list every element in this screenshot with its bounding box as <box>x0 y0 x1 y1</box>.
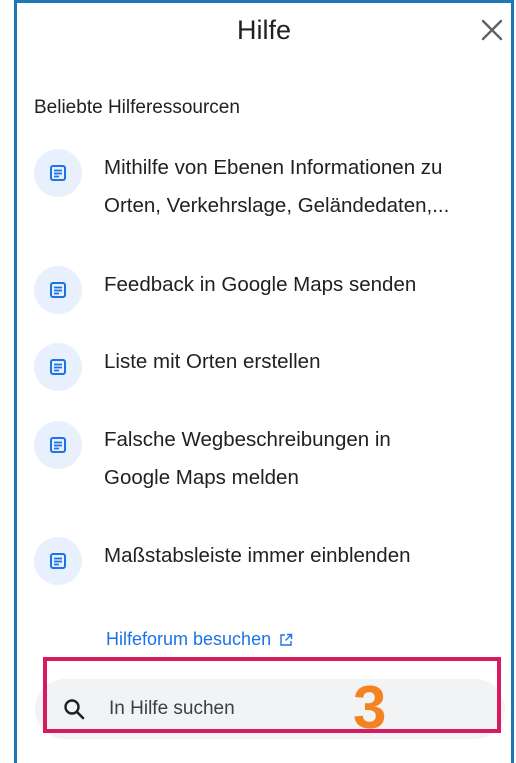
section-label: Beliebte Hilferessourcen <box>34 97 240 118</box>
article-icon <box>34 266 82 314</box>
article-icon <box>34 537 82 585</box>
help-item-liste[interactable]: Liste mit Orten erstellen <box>34 343 501 391</box>
help-panel: Hilfe Beliebte Hilferessourcen Mithilfe … <box>14 0 514 763</box>
help-item-label: Orten, Verkehrslage, Geländedaten,... <box>104 194 450 217</box>
help-item-wegbeschreibungen[interactable]: Falsche Wegbeschreibungen in Google Maps… <box>34 421 501 497</box>
help-item-label: Mithilfe von Ebenen Informationen zu <box>104 156 443 179</box>
close-icon[interactable] <box>479 17 505 43</box>
article-icon <box>34 421 82 469</box>
help-item-label: Google Maps melden <box>104 466 299 489</box>
article-icon <box>34 149 82 197</box>
help-item-label: Feedback in Google Maps senden <box>104 273 417 296</box>
forum-link-label: Hilfeforum besuchen <box>106 629 272 649</box>
help-item-feedback[interactable]: Feedback in Google Maps senden <box>34 266 501 314</box>
annotation-step-marker: 3 <box>353 674 387 741</box>
help-item-label: Falsche Wegbeschreibungen in <box>104 428 391 451</box>
panel-title: Hilfe <box>236 15 291 45</box>
forum-link[interactable]: Hilfeforum besuchen <box>106 629 293 650</box>
article-icon <box>34 343 82 391</box>
help-item-ebenen[interactable]: Mithilfe von Ebenen Informationen zu Ort… <box>34 149 501 225</box>
help-item-label: Maßstabsleiste immer einblenden <box>104 544 411 567</box>
help-item-massstabsleiste[interactable]: Maßstabsleiste immer einblenden <box>34 537 501 585</box>
annotation-highlight-box <box>43 657 501 733</box>
open-in-new-icon <box>280 633 293 646</box>
help-item-label: Liste mit Orten erstellen <box>104 350 321 373</box>
